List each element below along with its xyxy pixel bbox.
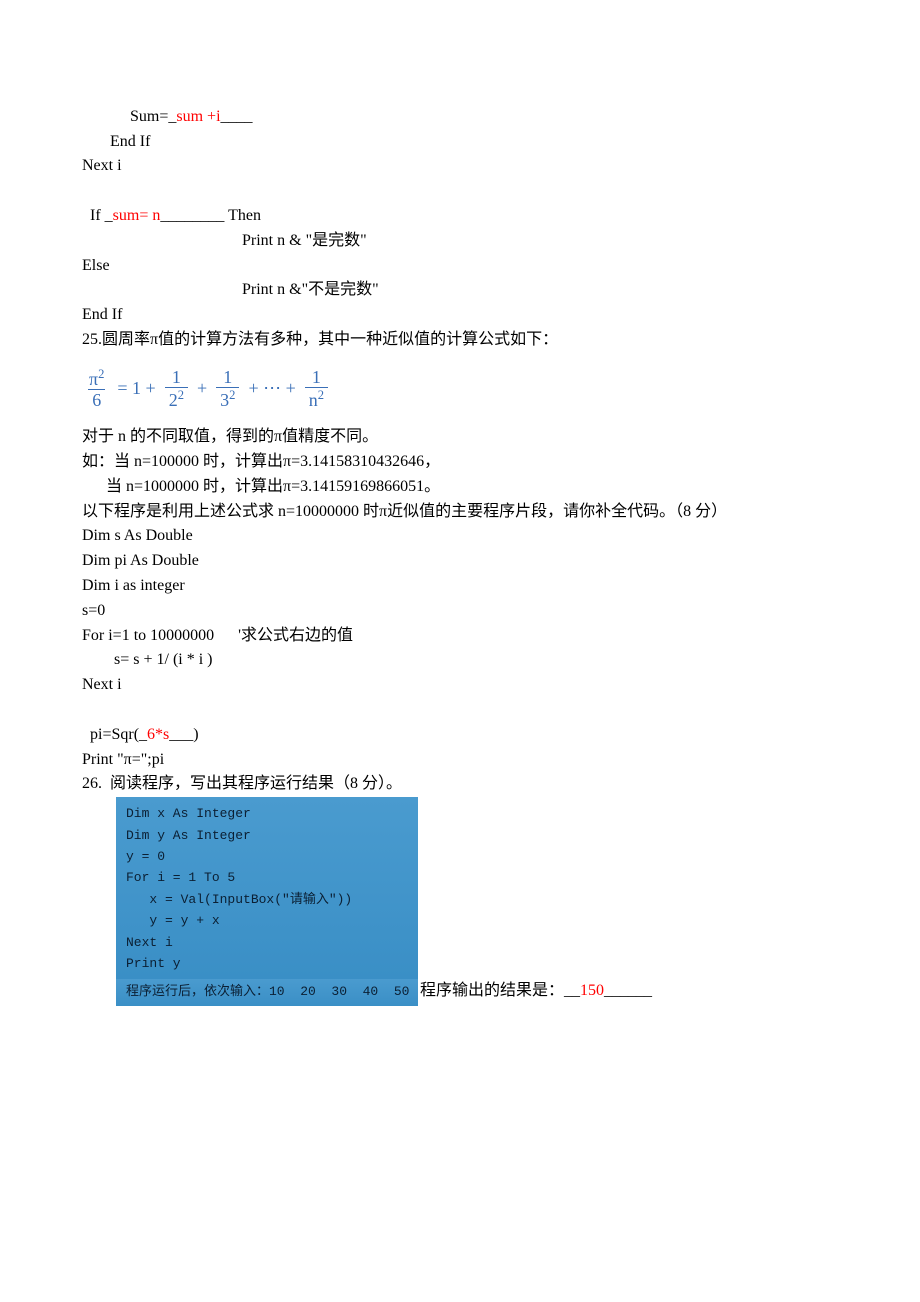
fraction: π2 6 <box>85 367 108 411</box>
code-run-note: 程序运行后，依次输入：10 20 30 40 50 <box>126 981 408 1002</box>
numerator: 1 <box>308 367 325 388</box>
code-line: For i=1 to 10000000 '求公式右边的值 <box>82 624 920 649</box>
answer-blank: sum +i <box>176 108 220 125</box>
code-line: Next i <box>82 673 920 698</box>
plus: + <box>197 375 207 403</box>
fraction: 1 32 <box>216 367 239 411</box>
equals: = 1 + <box>117 375 155 403</box>
code-line: y = y + x <box>126 910 408 931</box>
text: Sum=_ <box>90 108 176 125</box>
code-line: s=0 <box>82 599 920 624</box>
code-line: For i = 1 To 5 <box>126 867 408 888</box>
code-line: End If <box>82 130 920 155</box>
q26-output-text: 程序输出的结果是：__150______ <box>418 979 652 1006</box>
q25-intro: 25.圆周率π值的计算方法有多种，其中一种近似值的计算公式如下： <box>82 328 920 353</box>
q26-last-row: 程序运行后，依次输入：10 20 30 40 50 程序输出的结果是：__150… <box>82 979 920 1006</box>
code-line: Print "π=";pi <box>82 748 920 773</box>
denominator: 22 <box>165 387 188 411</box>
code-line: Dim i as integer <box>82 574 920 599</box>
code-line: End If <box>82 303 920 328</box>
q26-code-block: Dim x As Integer Dim y As Integer y = 0 … <box>116 797 418 979</box>
code-line: Dim pi As Double <box>82 549 920 574</box>
code-line: Next i <box>82 154 920 179</box>
code-line: Sum=_sum +i____ <box>82 80 920 130</box>
code-line: s= s + 1/ (i * i ) <box>82 648 920 673</box>
code-line: Print n &"不是完数" <box>82 278 920 303</box>
denominator: n2 <box>305 387 328 411</box>
code-line: Else <box>82 254 920 279</box>
text: If _ <box>90 207 113 224</box>
code-line: Print n & "是完数" <box>82 229 920 254</box>
answer-blank: sum= n <box>113 207 161 224</box>
code-line: Print y <box>126 953 408 974</box>
code-line: y = 0 <box>126 846 408 867</box>
answer-blank: 6*s <box>147 726 169 743</box>
fraction: 1 n2 <box>305 367 328 411</box>
q25-paragraph: 以下程序是利用上述公式求 n=10000000 时π近似值的主要程序片段，请你补… <box>82 500 920 525</box>
q25-paragraph: 对于 n 的不同取值，得到的π值精度不同。 <box>82 425 920 450</box>
code-line: Dim y As Integer <box>126 825 408 846</box>
text: ____ <box>221 108 253 125</box>
q26-code-block-run: 程序运行后，依次输入：10 20 30 40 50 <box>116 979 418 1006</box>
numerator: 1 <box>219 367 236 388</box>
q26-title: 26. 阅读程序，写出其程序运行结果（8 分）。 <box>82 772 920 797</box>
code-line: Next i <box>126 932 408 953</box>
q25-formula: π2 6 = 1 + 1 22 + 1 32 + ⋯ + 1 n2 <box>82 367 920 411</box>
fraction: 1 22 <box>165 367 188 411</box>
text: ___) <box>169 726 198 743</box>
code-line: pi=Sqr(_6*s___) <box>82 698 920 748</box>
text: ______ <box>604 982 652 999</box>
q25-paragraph: 当 n=1000000 时，计算出π=3.14159169866051。 <box>82 475 920 500</box>
denominator: 6 <box>88 389 105 411</box>
numerator: 1 <box>168 367 185 388</box>
answer-blank: 150 <box>580 982 604 999</box>
code-line: If _sum= n________ Then <box>82 179 920 229</box>
text: pi=Sqr(_ <box>90 726 147 743</box>
q25-paragraph: 如：当 n=100000 时，计算出π=3.14158310432646， <box>82 450 920 475</box>
code-line: Dim x As Integer <box>126 803 408 824</box>
code-line: Dim s As Double <box>82 524 920 549</box>
code-line: x = Val(InputBox("请输入")) <box>126 889 408 910</box>
dots: + ⋯ + <box>248 375 295 403</box>
text: 程序输出的结果是：__ <box>420 982 580 999</box>
text: ________ Then <box>160 207 261 224</box>
numerator: π2 <box>85 367 108 390</box>
denominator: 32 <box>216 387 239 411</box>
